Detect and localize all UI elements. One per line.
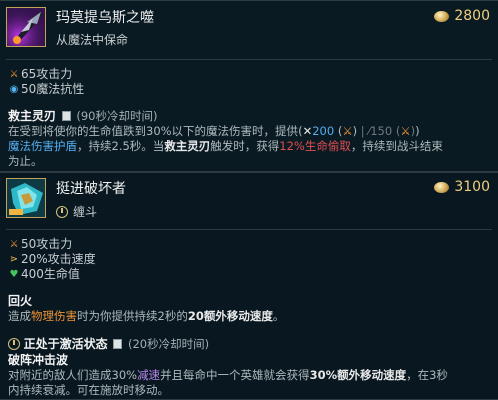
stat-row: ⚔ 65攻击力 <box>8 67 73 82</box>
item-name: 挺进破坏者 <box>56 181 126 197</box>
grey-value: 150 <box>370 124 393 138</box>
active-status-row: 正处于激活状态 (20秒冷却时间) <box>8 337 209 352</box>
shield-value: 200 <box>312 124 335 138</box>
item-icon-maw <box>6 7 46 47</box>
stat-text: 50魔法抗性 <box>21 82 85 96</box>
stat-text: 400生命值 <box>21 267 80 281</box>
desc-text: 造成 <box>8 309 31 323</box>
clock-icon <box>8 338 20 350</box>
cooldown-icon <box>61 111 71 121</box>
passive-title: 救主灵刃 <box>8 109 57 123</box>
move-speed-text: 30%额外移动速度 <box>309 368 407 382</box>
item-header: 挺进破坏者 缠斗 3100 <box>0 173 498 225</box>
price-value: 2800 <box>454 8 490 24</box>
item-icon-stridebreaker <box>6 178 46 218</box>
passive-name-ref: 救主灵刃 <box>164 139 211 153</box>
stat-row: ♥ 400生命值 <box>8 267 80 282</box>
desc-text: ) <box>415 124 420 138</box>
item-price: 3100 <box>434 179 490 195</box>
stat-row: ◉ 50魔法抗性 <box>8 82 85 97</box>
desc-text: 对附近的敌人们造成30% <box>8 368 138 382</box>
stat-text: 50攻击力 <box>21 237 73 251</box>
desc-text: 并且每命中一个英雄就会获得 <box>160 368 310 382</box>
shield-icon: ✕ <box>302 124 313 138</box>
item-tag-label: 缠斗 <box>73 205 98 219</box>
slow-text: 减速 <box>137 368 161 382</box>
health-icon: ♥ <box>9 268 19 280</box>
separator: | <box>360 124 365 138</box>
item-subtitle: 从魔法中保命 <box>56 33 129 47</box>
active-desc-line1: 对附近的敌人们造成30%减速并且每命中一个英雄就会获得30%额外移动速度，在3秒 <box>8 368 448 383</box>
lifesteal-text: 12%生命偷取 <box>279 139 351 153</box>
item-header: 玛莫提乌斯之噬 从魔法中保命 2800 <box>0 1 498 53</box>
stat-text: 20%攻击速度 <box>21 252 96 266</box>
move-speed-text: 20额外移动速度 <box>187 309 273 323</box>
item-card-maw: 玛莫提乌斯之噬 从魔法中保命 2800 ⚔ 65攻击力 ◉ 50魔法抗性 救主灵… <box>0 0 498 172</box>
gold-coin-icon <box>434 181 450 193</box>
desc-text: 在受到将使你的生命值跌到30%以下的魔法伤害时，提供 <box>8 124 299 138</box>
cooldown-icon <box>113 339 123 349</box>
desc-text: ) <box>352 124 358 138</box>
active-status-label: 正处于激活状态 <box>23 337 108 351</box>
stat-text: 65攻击力 <box>21 67 73 81</box>
passive-desc-line1: 在受到将使你的生命值跌到30%以下的魔法伤害时，提供(✕200 (⚔) | ⁄1… <box>8 124 420 139</box>
desc-text: 。 <box>272 309 285 323</box>
desc-text: 时为你提供持续2秒的 <box>77 309 188 323</box>
active-desc-line2: 内持续衰减。可在施放时移动。 <box>8 383 169 397</box>
item-price: 2800 <box>434 8 490 24</box>
passive-desc-line2: 魔法伤害护盾，持续2.5秒。当救主灵刃触发时，获得12%生命偷取，持续到战斗结束 <box>8 139 443 154</box>
item-tag: 缠斗 <box>56 203 97 220</box>
passive-desc: 造成物理伤害时为你提供持续2秒的20额外移动速度。 <box>8 309 284 324</box>
magic-resist-icon: ◉ <box>9 83 19 95</box>
passive-desc-line3: 为止。 <box>8 154 43 168</box>
attack-damage-icon: ⚔ <box>342 124 353 138</box>
active-cooldown: (20秒冷却时间) <box>127 337 210 351</box>
attack-damage-icon: ⚔ <box>9 238 19 250</box>
attack-damage-icon: ⚔ <box>400 124 411 138</box>
active-title-row: 破阵冲击波 <box>8 353 68 368</box>
stat-row: ⚔ 50攻击力 <box>8 237 73 252</box>
passive-cooldown: (90秒冷却时间) <box>76 109 158 123</box>
desc-text: 触发时，获得 <box>210 139 280 153</box>
passive-title: 回火 <box>8 294 33 308</box>
passive-title-row: 救主灵刃 (90秒冷却时间) <box>8 109 157 124</box>
physical-damage-text: 物理伤害 <box>31 309 77 323</box>
active-title: 破阵冲击波 <box>8 353 69 367</box>
item-card-stridebreaker: 挺进破坏者 缠斗 3100 ⚔ 50攻击力 ⋗ 20%攻击速度 ♥ 400生命值… <box>0 172 498 400</box>
attack-damage-icon: ⚔ <box>9 68 19 80</box>
price-value: 3100 <box>454 179 490 195</box>
stat-row: ⋗ 20%攻击速度 <box>8 252 96 267</box>
desc-text: ，在3秒 <box>406 368 448 382</box>
desc-text: ，持续2.5秒。当 <box>77 139 165 153</box>
divider <box>6 59 492 60</box>
magic-shield-text: 魔法伤害护盾 <box>8 139 77 153</box>
desc-text: ，持续到战斗结束 <box>350 139 443 153</box>
item-name: 玛莫提乌斯之噬 <box>56 10 154 26</box>
passive-title-row: 回火 <box>8 294 32 309</box>
divider <box>6 229 492 230</box>
clock-icon <box>56 205 68 218</box>
attack-speed-icon: ⋗ <box>9 253 19 265</box>
gold-coin-icon <box>434 10 450 22</box>
